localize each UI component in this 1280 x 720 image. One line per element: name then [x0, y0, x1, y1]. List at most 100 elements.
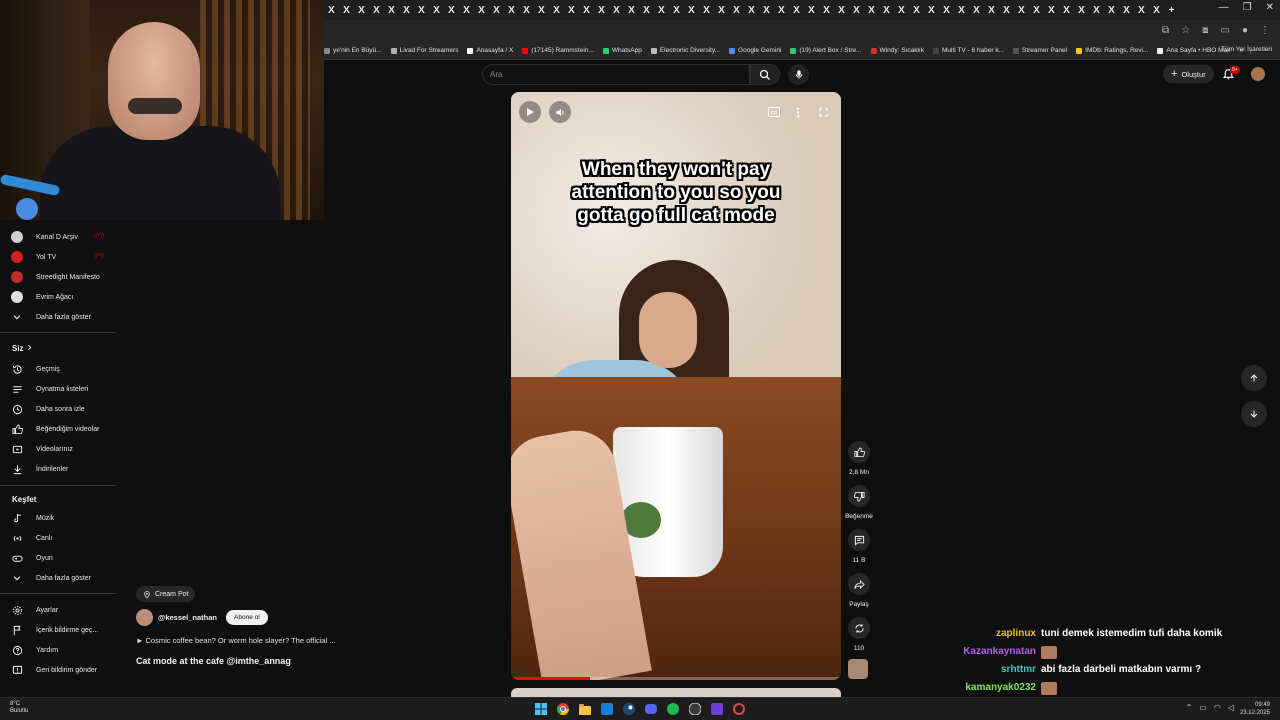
tab-search-icon[interactable]: ▭	[1221, 25, 1230, 36]
tab-close-icon[interactable]: X	[579, 5, 594, 16]
tab-close-icon[interactable]: X	[459, 5, 474, 16]
bookmark-item[interactable]: Ana Sayfa • HBO Max	[1157, 47, 1230, 54]
tab-close-icon[interactable]: X	[384, 5, 399, 16]
address-bar[interactable]: ⧉ ☆ ⧇ ▭ ● ⋮	[324, 20, 1280, 42]
bookmark-item[interactable]: Windy: Sıcaklık	[870, 47, 924, 54]
tab-close-icon[interactable]: X	[654, 5, 669, 16]
weather-widget[interactable]: 8°C Bulutlu	[10, 701, 28, 715]
tab-close-icon[interactable]: X	[444, 5, 459, 16]
tab-close-icon[interactable]: X	[789, 5, 804, 16]
tab-close-icon[interactable]: X	[894, 5, 909, 16]
tab-close-icon[interactable]: X	[924, 5, 939, 16]
channel-name[interactable]: @kessel_nathan	[158, 613, 217, 622]
sidebar-item-you[interactable]: Videolarınız	[10, 442, 73, 456]
tab-close-icon[interactable]: X	[909, 5, 924, 16]
tab-close-icon[interactable]: X	[429, 5, 444, 16]
tab-close-icon[interactable]: X	[984, 5, 999, 16]
tab-close-icon[interactable]: X	[549, 5, 564, 16]
tab-close-icon[interactable]: X	[669, 5, 684, 16]
sidebar-item-you[interactable]: Geçmiş	[10, 362, 60, 376]
profile-icon[interactable]: ●	[1242, 25, 1248, 36]
sidebar-item-explore[interactable]: Müzik	[10, 511, 54, 525]
tab-close-icon[interactable]: X	[714, 5, 729, 16]
tray-wifi-icon[interactable]: ◠	[1214, 703, 1221, 712]
obs-icon[interactable]	[687, 702, 703, 716]
comments-action[interactable]: 11 B	[846, 529, 872, 564]
extensions-icon[interactable]: ⧇	[1202, 25, 1208, 36]
share-button[interactable]	[848, 573, 870, 595]
bookmark-item[interactable]: IMDb: Ratings, Revi...	[1076, 47, 1148, 54]
restore-icon[interactable]: ❐	[1243, 2, 1252, 13]
tab-close-icon[interactable]: X	[849, 5, 864, 16]
tab-close-icon[interactable]: X	[1059, 5, 1074, 16]
tab-close-icon[interactable]: X	[609, 5, 624, 16]
browser-menu-icon[interactable]: ⋮	[1260, 25, 1270, 36]
tab-close-icon[interactable]: X	[819, 5, 834, 16]
minimize-icon[interactable]: —	[1219, 2, 1229, 13]
dislike-button[interactable]	[848, 485, 870, 507]
taskbar-clock[interactable]: 09:49 23.12.2025	[1240, 701, 1270, 717]
sidebar-subscription-channel[interactable]: Yol TV	[10, 250, 56, 264]
tray-network-icon[interactable]: ▭	[1199, 703, 1207, 712]
bookmark-star-icon[interactable]: ☆	[1181, 25, 1190, 36]
tab-close-icon[interactable]: X	[774, 5, 789, 16]
sidebar-item-you[interactable]: Oynatma listeleri	[10, 382, 88, 396]
tab-close-icon[interactable]: X	[339, 5, 354, 16]
bookmark-item[interactable]: WhatsApp	[602, 47, 642, 54]
sidebar-item-settings[interactable]: Geri bildirim gönder	[10, 663, 97, 677]
previous-video-button[interactable]	[1241, 365, 1267, 391]
app-red-icon[interactable]	[731, 702, 747, 716]
app-purple-icon[interactable]	[709, 702, 725, 716]
account-avatar[interactable]	[1251, 67, 1265, 81]
tab-close-icon[interactable]: X	[1119, 5, 1134, 16]
tab-close-icon[interactable]: X	[954, 5, 969, 16]
tab-close-icon[interactable]: X	[1044, 5, 1059, 16]
tab-close-icon[interactable]: X	[864, 5, 879, 16]
tab-close-icon[interactable]: X	[834, 5, 849, 16]
tab-close-icon[interactable]: X	[759, 5, 774, 16]
discord-icon[interactable]	[643, 702, 659, 716]
file-explorer-icon[interactable]	[577, 702, 593, 716]
search-input[interactable]: Ara	[482, 64, 750, 85]
tab-close-icon[interactable]: X	[414, 5, 429, 16]
create-button[interactable]: + Oluştur	[1163, 65, 1214, 83]
tab-close-icon[interactable]: X	[699, 5, 714, 16]
comments-button[interactable]	[848, 529, 870, 551]
sidebar-item-you[interactable]: Daha sonra izle	[10, 402, 85, 416]
tab-close-icon[interactable]: X	[564, 5, 579, 16]
more-options-button[interactable]	[789, 103, 807, 121]
show-more-explore-button[interactable]: Daha fazla göster	[10, 571, 91, 585]
tab-close-icon[interactable]: X	[354, 5, 369, 16]
tab-close-icon[interactable]: X	[474, 5, 489, 16]
video-description[interactable]: ► Cosmic coffee bean? Or worm hole slaye…	[136, 636, 336, 645]
tray-chevron-icon[interactable]: ⌃	[1186, 703, 1193, 712]
tab-close-icon[interactable]: X	[684, 5, 699, 16]
tab-close-icon[interactable]: X	[1134, 5, 1149, 16]
sidebar-item-you[interactable]: Beğendiğim videolar	[10, 422, 99, 436]
next-video-button[interactable]	[1241, 401, 1267, 427]
tab-close-icon[interactable]: X	[1074, 5, 1089, 16]
bookmark-item[interactable]: Multi TV - 6 haber k...	[932, 47, 1004, 54]
tab-close-icon[interactable]: X	[1029, 5, 1044, 16]
tab-close-icon[interactable]: X	[1149, 5, 1164, 16]
sidebar-item-settings[interactable]: Ayarlar	[10, 603, 58, 617]
tab-close-icon[interactable]: X	[1014, 5, 1029, 16]
tab-close-icon[interactable]: X	[1104, 5, 1119, 16]
tab-close-icon[interactable]: X	[879, 5, 894, 16]
share-action[interactable]: Paylaş	[846, 573, 872, 608]
tab-close-icon[interactable]: X	[804, 5, 819, 16]
tab-close-icon[interactable]: X	[594, 5, 609, 16]
dislike-action[interactable]: Beğenme	[845, 485, 873, 520]
sidebar-item-explore[interactable]: Canlı	[10, 531, 52, 545]
tab-close-icon[interactable]: X	[369, 5, 384, 16]
captions-button[interactable]: CC	[765, 103, 783, 121]
spotify-icon[interactable]	[665, 702, 681, 716]
location-chip[interactable]: Cream Pot	[136, 586, 196, 602]
tab-close-icon[interactable]: X	[744, 5, 759, 16]
tab-close-icon[interactable]: X	[939, 5, 954, 16]
tab-close-icon[interactable]: X	[969, 5, 984, 16]
show-more-channels-button[interactable]: Daha fazla göster	[10, 310, 91, 324]
play-button[interactable]	[519, 101, 541, 123]
tab-close-icon[interactable]: X	[504, 5, 519, 16]
remix-action[interactable]: 110	[846, 617, 872, 652]
